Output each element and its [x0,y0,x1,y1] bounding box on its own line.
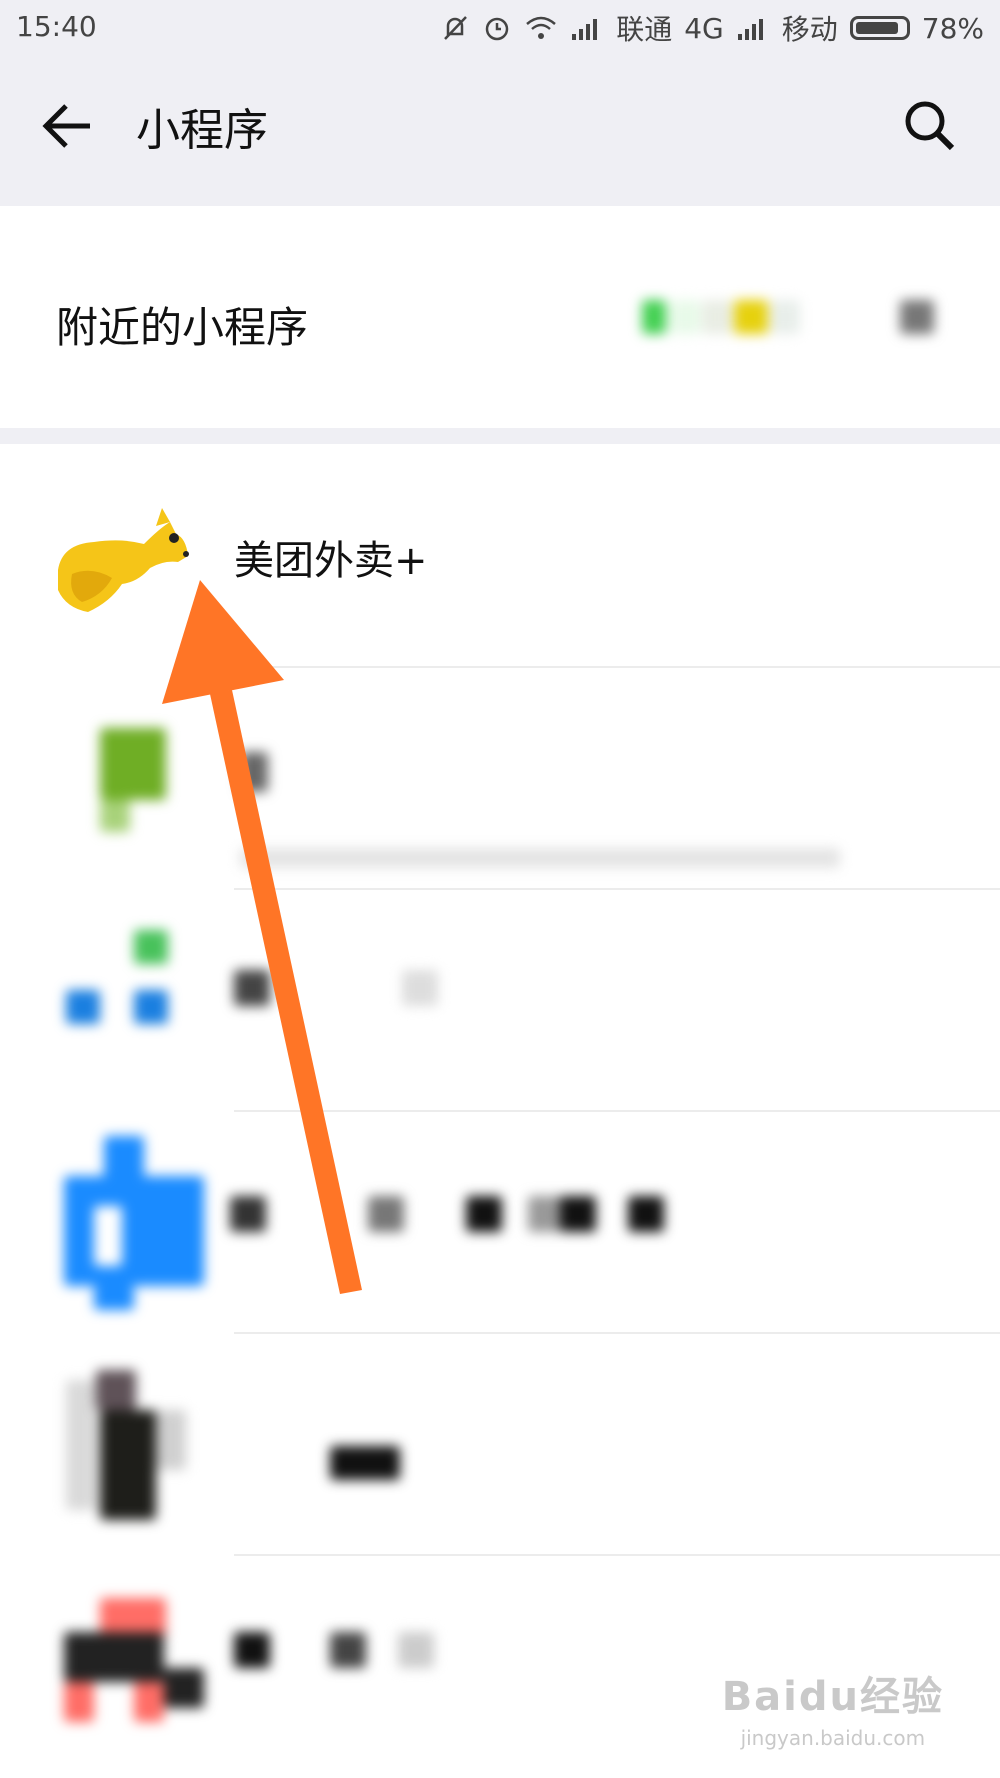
meituan-kangaroo-icon [52,504,192,614]
list-item-blurred[interactable] [0,890,1000,1110]
redacted-text [330,1446,450,1496]
redacted-text [230,1196,690,1246]
signal-icon [570,14,604,42]
app-icon [64,1136,214,1316]
status-icons: 联通 4G 移动 78% [440,8,984,48]
signal-icon [736,14,770,42]
carrier-1: 联通 [616,13,673,46]
nearby-mini-programs-row[interactable]: 附近的小程序 [0,206,1000,428]
mute-icon [440,13,470,43]
app-icon [66,1370,206,1540]
nearby-preview-icons [640,300,940,340]
app-icon [64,1598,214,1728]
list-item-blurred[interactable] [0,1112,1000,1332]
battery-icon [849,16,910,40]
nav-bar: 小程序 [0,56,1000,206]
carrier-2: 移动 [781,13,838,46]
app-icon [90,728,180,838]
status-bar: 15:40 联通 4G 移动 78% [0,0,1000,56]
app-icon [62,930,182,1060]
section-divider [0,428,1000,444]
redacted-text [234,970,534,1020]
redacted-text [234,1632,454,1682]
page-title: 小程序 [136,105,268,156]
list-item-title: 美团外卖+ [234,538,428,584]
nearby-label: 附近的小程序 [56,303,309,352]
list-item-meituan[interactable]: 美团外卖+ [0,444,1000,666]
watermark-logo-text: Baidu经验 [721,1674,944,1720]
battery-percent: 78% [921,11,984,45]
search-icon[interactable] [900,96,960,156]
network-type: 4G [684,11,724,45]
back-arrow-icon[interactable] [38,96,98,156]
list-item-blurred[interactable] [0,1334,1000,1554]
status-time: 15:40 [16,10,97,43]
watermark-url: jingyan.baidu.com [740,1726,926,1750]
list-item-blurred[interactable] [0,668,1000,888]
redacted-text [240,752,840,872]
wifi-icon [524,13,558,43]
alarm-icon [482,13,512,43]
watermark: Baidu经验 jingyan.baidu.com [722,1664,944,1750]
